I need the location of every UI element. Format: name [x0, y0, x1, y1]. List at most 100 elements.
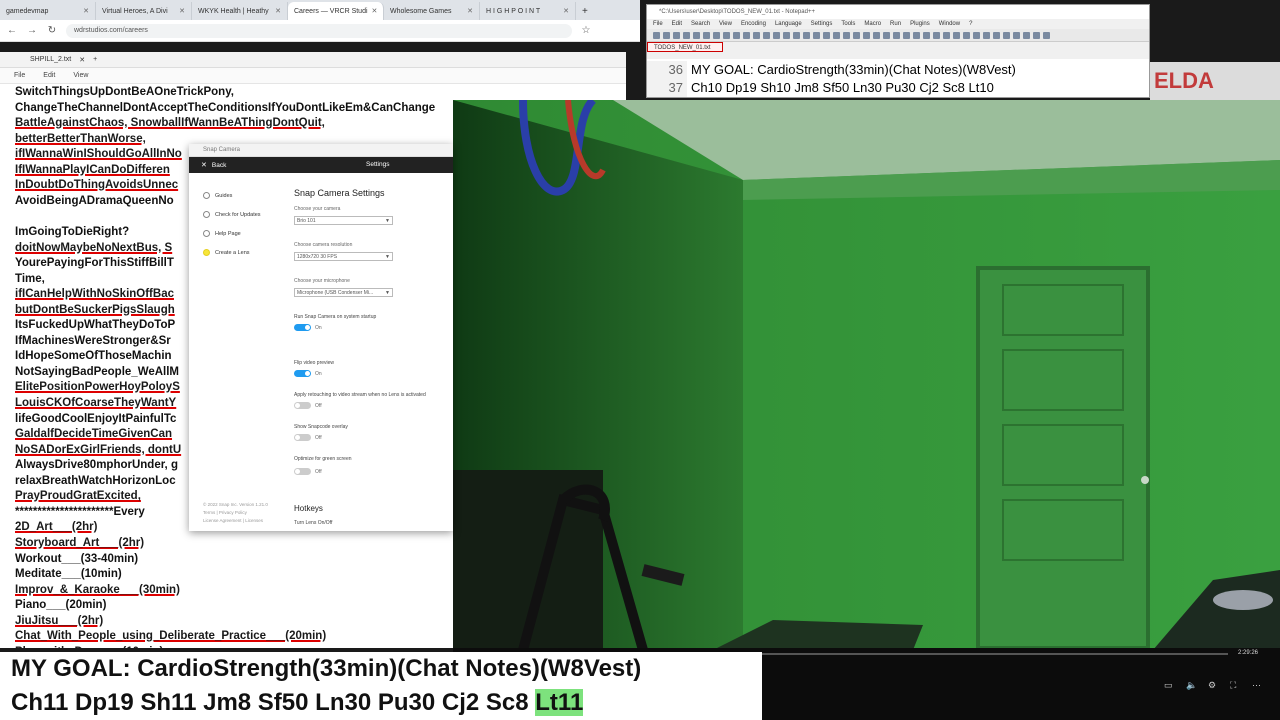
footer-license[interactable]: License Agreement | Licenses: [203, 518, 263, 523]
toolbar-button-icon[interactable]: [923, 31, 930, 39]
npp-menu-item[interactable]: View: [719, 19, 732, 29]
npp-menu-item[interactable]: Settings: [811, 19, 833, 29]
back-arrow-icon[interactable]: ←: [6, 25, 18, 36]
sidebar-item-help[interactable]: Help Page: [203, 230, 241, 237]
browser-tab[interactable]: Virtual Heroes, A Divi ✕: [96, 2, 192, 20]
toolbar-button-icon[interactable]: [1023, 31, 1030, 39]
npp-menu-item[interactable]: Encoding: [741, 19, 766, 29]
more-icon[interactable]: ⋯: [1252, 680, 1261, 691]
toolbar-button-icon[interactable]: [713, 31, 720, 39]
npp-menu-item[interactable]: Tools: [841, 19, 855, 29]
browser-tab[interactable]: Wholesome Games ✕: [384, 2, 480, 20]
toolbar-button-icon[interactable]: [963, 31, 970, 39]
toolbar-button-icon[interactable]: [873, 31, 880, 39]
toolbar-button-icon[interactable]: [683, 31, 690, 39]
toolbar-button-icon[interactable]: [703, 31, 710, 39]
npp-menu-item[interactable]: Macro: [864, 19, 881, 29]
toolbar-button-icon[interactable]: [1043, 31, 1050, 39]
sidebar-item-guides[interactable]: Guides: [203, 192, 232, 199]
npp-menu-item[interactable]: Language: [775, 19, 802, 29]
npp-menu-item[interactable]: Window: [939, 19, 960, 29]
toolbar-button-icon[interactable]: [723, 31, 730, 39]
npp-menu-item[interactable]: File: [653, 19, 663, 29]
browser-tab[interactable]: WKYK Health | Heathy ✕: [192, 2, 288, 20]
settings-icon[interactable]: ⚙: [1208, 680, 1216, 691]
camera-select[interactable]: Brio 101 ▼: [294, 216, 393, 225]
close-icon[interactable]: ✕: [83, 7, 89, 15]
npp-menu-item[interactable]: Run: [890, 19, 901, 29]
toolbar-button-icon[interactable]: [993, 31, 1000, 39]
toolbar-button-icon[interactable]: [743, 31, 750, 39]
volume-icon[interactable]: 🔈: [1186, 680, 1197, 691]
doc-tab-filename[interactable]: SHPILL_2.txt: [30, 56, 71, 63]
npp-menu-item[interactable]: Search: [691, 19, 710, 29]
close-icon[interactable]: ✕: [179, 7, 185, 15]
toolbar-button-icon[interactable]: [933, 31, 940, 39]
toolbar-button-icon[interactable]: [753, 31, 760, 39]
toolbar-button-icon[interactable]: [973, 31, 980, 39]
close-icon[interactable]: ✕: [467, 7, 473, 15]
close-icon[interactable]: ✕: [372, 7, 378, 15]
menu-file[interactable]: File: [14, 72, 25, 79]
browser-tab[interactable]: H I G H P O I N T ✕: [480, 2, 576, 20]
forward-arrow-icon[interactable]: →: [26, 25, 38, 36]
url-input[interactable]: wdrstudios.com/careers: [66, 23, 572, 38]
toolbar-button-icon[interactable]: [913, 31, 920, 39]
toolbar-button-icon[interactable]: [673, 31, 680, 39]
toolbar-button-icon[interactable]: [793, 31, 800, 39]
star-icon[interactable]: ☆: [580, 25, 592, 36]
menu-view[interactable]: View: [73, 72, 88, 79]
npp-menu-item[interactable]: Edit: [672, 19, 682, 29]
toolbar-button-icon[interactable]: [653, 31, 660, 39]
toolbar-button-icon[interactable]: [823, 31, 830, 39]
toolbar-button-icon[interactable]: [783, 31, 790, 39]
captions-icon[interactable]: ▭: [1164, 680, 1173, 691]
toolbar-button-icon[interactable]: [903, 31, 910, 39]
toolbar-button-icon[interactable]: [1003, 31, 1010, 39]
footer-terms[interactable]: Terms | Privacy Policy: [203, 510, 247, 515]
fullscreen-icon[interactable]: ⛶: [1230, 680, 1236, 691]
snapcode-toggle[interactable]: [294, 434, 311, 441]
close-icon[interactable]: ✕: [79, 56, 85, 64]
npp-menu-item[interactable]: Plugins: [910, 19, 930, 29]
toolbar-button-icon[interactable]: [833, 31, 840, 39]
sidebar-item-updates[interactable]: Check for Updates: [203, 211, 261, 218]
reload-icon[interactable]: ↻: [46, 25, 58, 36]
sidebar-item-create-lens[interactable]: Create a Lens: [203, 249, 250, 256]
close-icon[interactable]: ✕: [275, 7, 281, 15]
mic-select[interactable]: Microphone (USB Condenser Mi... ▼: [294, 288, 393, 297]
hotkey-item[interactable]: Turn Lens On/Off: [294, 520, 332, 526]
browser-tab[interactable]: gamedevmap ✕: [0, 2, 96, 20]
green-screen-toggle[interactable]: [294, 468, 311, 475]
toolbar-button-icon[interactable]: [1033, 31, 1040, 39]
resolution-select[interactable]: 1280x720 30 FPS ▼: [294, 252, 393, 261]
npp-editor[interactable]: 36 MY GOAL: CardioStrength(33min)(Chat No…: [647, 59, 1149, 97]
browser-tab-active[interactable]: Careers — VRCR Studi ✕: [288, 2, 384, 20]
toolbar-button-icon[interactable]: [853, 31, 860, 39]
back-button[interactable]: ✕ Back: [189, 161, 226, 170]
toolbar-button-icon[interactable]: [763, 31, 770, 39]
toolbar-button-icon[interactable]: [843, 31, 850, 39]
npp-menu-item[interactable]: ?: [969, 19, 972, 29]
new-tab-icon[interactable]: +: [93, 56, 97, 63]
toolbar-button-icon[interactable]: [733, 31, 740, 39]
toolbar-button-icon[interactable]: [883, 31, 890, 39]
toolbar-button-icon[interactable]: [773, 31, 780, 39]
toolbar-button-icon[interactable]: [893, 31, 900, 39]
new-tab-button[interactable]: +: [576, 2, 596, 20]
retouch-toggle[interactable]: [294, 402, 311, 409]
toolbar-button-icon[interactable]: [663, 31, 670, 39]
toolbar-button-icon[interactable]: [803, 31, 810, 39]
toolbar-button-icon[interactable]: [1013, 31, 1020, 39]
toolbar-button-icon[interactable]: [813, 31, 820, 39]
menu-edit[interactable]: Edit: [43, 72, 55, 79]
toolbar-button-icon[interactable]: [983, 31, 990, 39]
close-icon[interactable]: ✕: [563, 7, 569, 15]
toolbar-button-icon[interactable]: [943, 31, 950, 39]
flip-toggle[interactable]: [294, 370, 311, 377]
npp-file-tab[interactable]: TODOS_NEW_01.txt: [647, 42, 723, 52]
startup-toggle[interactable]: [294, 324, 311, 331]
toolbar-button-icon[interactable]: [953, 31, 960, 39]
toolbar-button-icon[interactable]: [693, 31, 700, 39]
toolbar-button-icon[interactable]: [863, 31, 870, 39]
